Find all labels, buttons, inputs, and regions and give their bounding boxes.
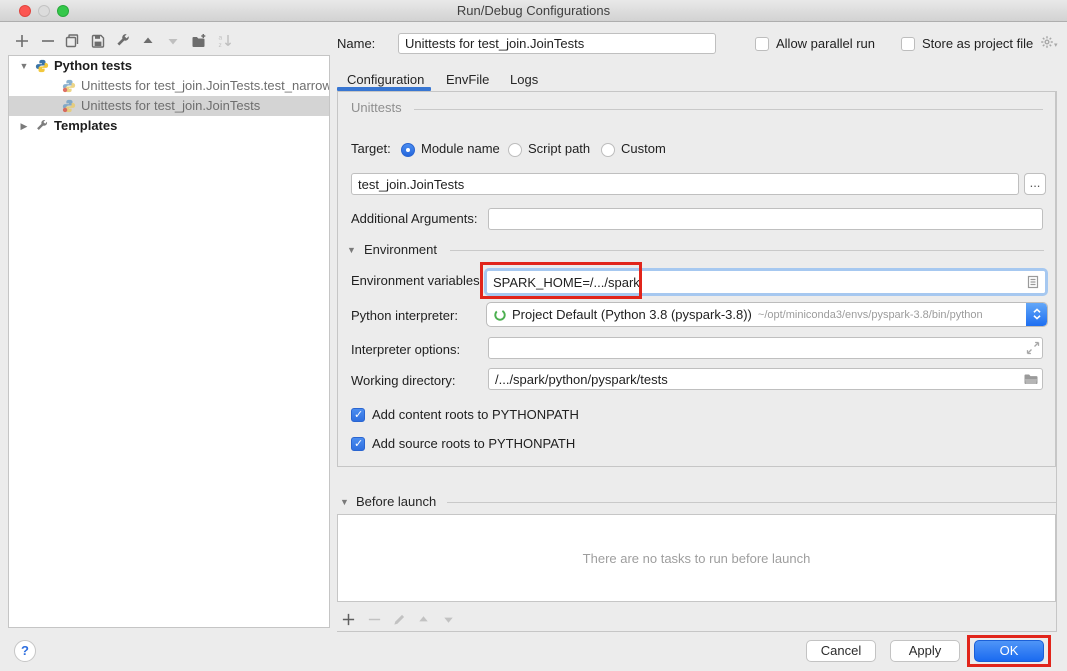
remove-configuration-button[interactable]	[40, 33, 56, 49]
empty-tasks-message: There are no tasks to run before launch	[583, 551, 811, 566]
tab-envfile[interactable]: EnvFile	[446, 70, 489, 90]
tree-item-label: Unittests for test_join.JoinTests.test_n…	[81, 76, 330, 96]
add-source-roots-checkbox[interactable]	[351, 437, 365, 451]
tree-item-templates[interactable]: ▶ Templates	[9, 116, 329, 136]
add-content-roots-checkbox[interactable]	[351, 408, 365, 422]
environment-variables-input[interactable]	[487, 271, 1045, 293]
edit-pencil-icon	[392, 612, 407, 627]
combobox-arrows-icon[interactable]	[1026, 303, 1047, 326]
python-interpreter-value: Project Default (Python 3.8 (pyspark-3.8…	[512, 307, 752, 322]
tree-item-label: Templates	[54, 116, 117, 136]
environment-section-title[interactable]: Environment	[364, 242, 437, 257]
copy-configuration-button[interactable]	[64, 33, 80, 49]
ok-button[interactable]: OK	[974, 640, 1044, 662]
target-label: Target:	[351, 141, 391, 156]
before-launch-task-list[interactable]: There are no tasks to run before launch	[337, 514, 1056, 602]
sort-alphabetically-icon: az	[217, 33, 233, 49]
move-up-button[interactable]	[140, 33, 156, 49]
tree-item-label: Python tests	[54, 56, 132, 76]
add-source-roots-label: Add source roots to PYTHONPATH	[372, 436, 575, 451]
python-interpreter-path: ~/opt/miniconda3/envs/pyspark-3.8/bin/py…	[758, 309, 983, 321]
folder-icon[interactable]	[1023, 371, 1039, 387]
module-name-radio-label[interactable]: Module name	[421, 141, 500, 156]
divider	[414, 109, 1043, 110]
chevron-down-icon[interactable]: ▼	[19, 56, 29, 76]
apply-button[interactable]: Apply	[890, 640, 960, 662]
gear-icon[interactable]: ▾	[1040, 35, 1060, 51]
chevron-down-icon: ▾	[1054, 41, 1058, 49]
collapse-triangle-icon[interactable]: ▼	[340, 497, 349, 507]
tree-item-unittests-test-narrow[interactable]: Unittests for test_join.JoinTests.test_n…	[9, 76, 329, 96]
script-path-radio[interactable]	[508, 143, 522, 157]
tree-item-label: Unittests for test_join.JoinTests	[81, 96, 260, 116]
move-task-up-button	[416, 612, 431, 627]
python-interpreter-label: Python interpreter:	[351, 308, 458, 323]
python-test-icon	[62, 99, 76, 113]
edit-templates-wrench-icon[interactable]	[115, 33, 131, 49]
divider	[450, 250, 1044, 251]
allow-parallel-run-checkbox[interactable]	[755, 37, 769, 51]
chevron-right-icon[interactable]: ▶	[19, 116, 29, 136]
store-as-project-file-label: Store as project file	[922, 36, 1033, 51]
allow-parallel-run-label: Allow parallel run	[776, 36, 875, 51]
browse-button[interactable]: ...	[1024, 173, 1046, 195]
window-title: Run/Debug Configurations	[0, 0, 1067, 22]
tab-logs[interactable]: Logs	[510, 70, 538, 90]
additional-arguments-input[interactable]	[488, 208, 1043, 230]
help-button[interactable]: ?	[14, 640, 36, 662]
python-test-icon	[62, 79, 76, 93]
cancel-button[interactable]: Cancel	[806, 640, 876, 662]
tree-item-python-tests[interactable]: ▼ Python tests	[9, 56, 329, 76]
collapse-triangle-icon[interactable]: ▼	[347, 245, 356, 255]
module-name-radio[interactable]	[401, 143, 415, 157]
remove-task-button	[367, 612, 382, 627]
name-label: Name:	[337, 36, 375, 51]
before-launch-section-title[interactable]: Before launch	[356, 494, 436, 509]
svg-text:z: z	[219, 42, 222, 49]
svg-text:a: a	[219, 35, 223, 42]
save-configuration-button[interactable]	[90, 33, 106, 49]
name-input[interactable]	[398, 33, 716, 54]
environment-variables-field[interactable]	[484, 268, 1048, 296]
python-icon	[35, 59, 49, 73]
script-path-radio-label[interactable]: Script path	[528, 141, 590, 156]
move-task-down-button	[441, 612, 456, 627]
environment-variables-label: Environment variables:	[351, 273, 483, 288]
move-down-button	[165, 33, 181, 49]
store-as-project-file-checkbox[interactable]	[901, 37, 915, 51]
interpreter-options-input[interactable]	[488, 337, 1043, 359]
working-directory-input[interactable]	[488, 368, 1043, 390]
new-folder-icon[interactable]	[191, 33, 207, 49]
divider	[1056, 91, 1057, 632]
configurations-tree: ▼ Python tests Unittests for test_join.J…	[8, 55, 330, 628]
expand-icon[interactable]	[1025, 340, 1041, 356]
titlebar: Run/Debug Configurations	[0, 0, 1067, 22]
interpreter-options-label: Interpreter options:	[351, 342, 460, 357]
unittests-group-panel: Unittests Target: Module name Script pat…	[337, 91, 1056, 467]
python-interpreter-combobox[interactable]: Project Default (Python 3.8 (pyspark-3.8…	[486, 302, 1048, 327]
add-configuration-button[interactable]	[14, 33, 30, 49]
working-directory-label: Working directory:	[351, 373, 456, 388]
add-task-button[interactable]	[341, 612, 356, 627]
additional-arguments-label: Additional Arguments:	[351, 211, 477, 226]
group-title: Unittests	[351, 100, 402, 115]
target-input[interactable]	[351, 173, 1019, 195]
wrench-icon	[35, 119, 49, 133]
custom-radio-label[interactable]: Custom	[621, 141, 666, 156]
divider	[447, 502, 1056, 503]
add-content-roots-label: Add content roots to PYTHONPATH	[372, 407, 579, 422]
divider	[337, 631, 1057, 632]
custom-radio[interactable]	[601, 143, 615, 157]
edit-variables-list-icon[interactable]	[1025, 274, 1041, 290]
tree-item-unittests-jointests[interactable]: Unittests for test_join.JoinTests	[9, 96, 329, 116]
conda-environment-icon	[493, 308, 507, 322]
